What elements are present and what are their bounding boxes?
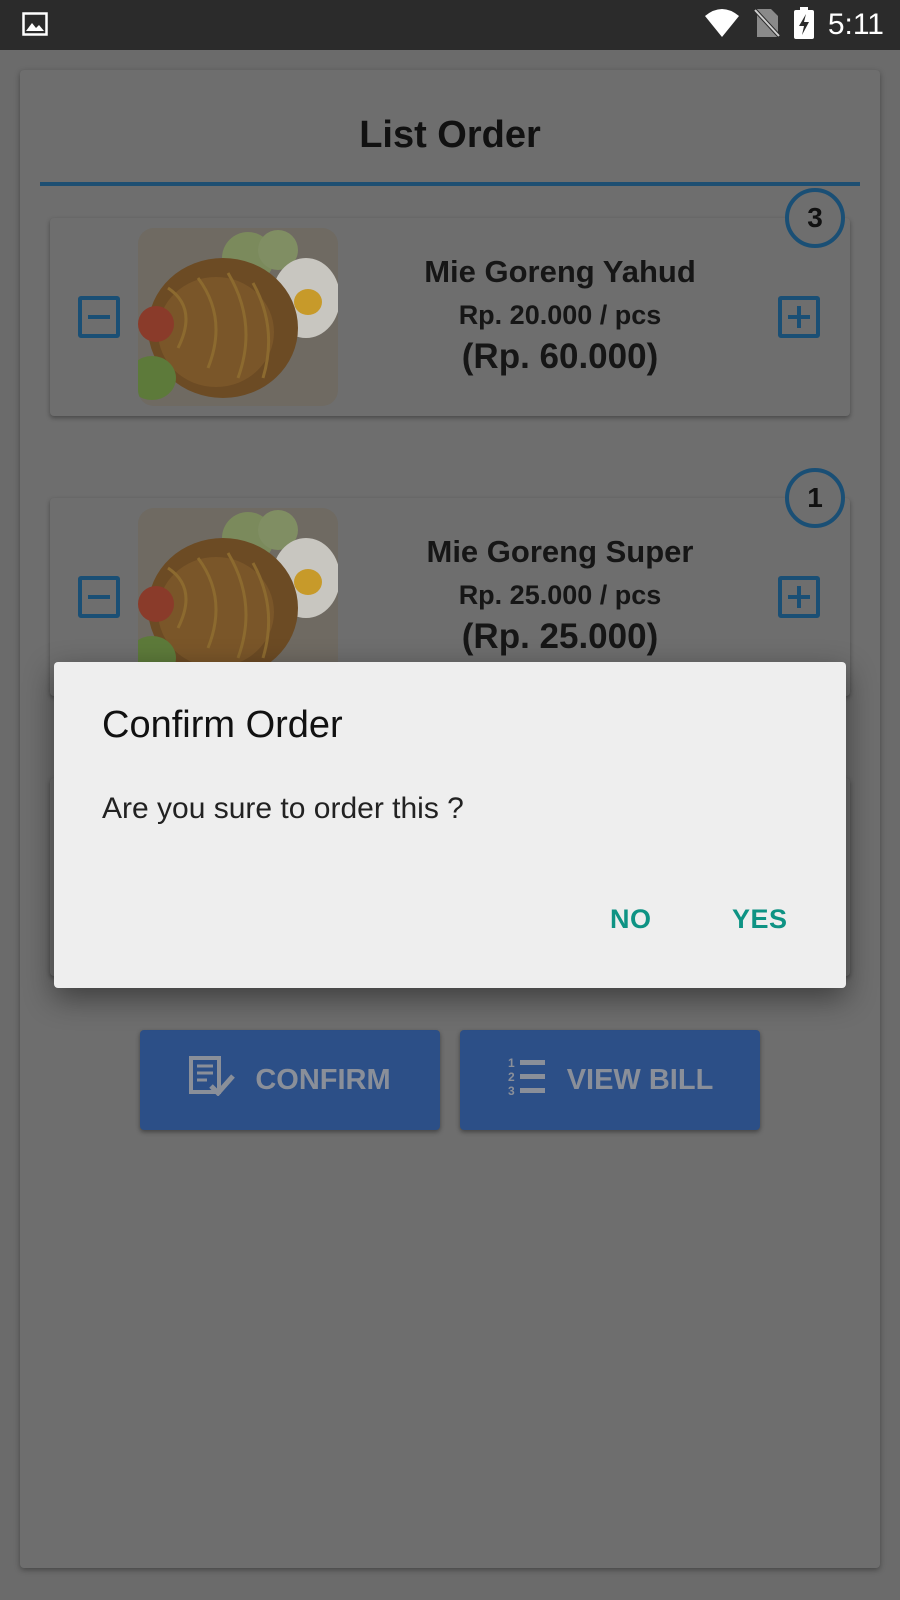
page-title: List Order — [359, 114, 541, 156]
item-total-price: (Rp. 25.000) — [461, 617, 659, 656]
view-bill-button[interactable]: 1 2 3 VIEW BILL — [460, 1030, 760, 1130]
item-name: Mie Goreng Super — [426, 534, 694, 569]
view-bill-button-label: VIEW BILL — [566, 1063, 714, 1096]
confirm-button[interactable]: CONFIRM — [140, 1030, 440, 1130]
no-sim-icon — [753, 8, 781, 43]
svg-text:3: 3 — [508, 1084, 515, 1097]
svg-text:2: 2 — [508, 1070, 515, 1084]
item-unit-price: Rp. 25.000 / pcs — [458, 580, 662, 610]
food-image — [138, 228, 338, 406]
confirm-button-label: CONFIRM — [255, 1063, 391, 1096]
food-image — [138, 508, 338, 686]
image-icon — [22, 12, 48, 41]
dialog-no-button[interactable]: NO — [602, 898, 660, 941]
item-total-price: (Rp. 60.000) — [461, 337, 659, 376]
increase-quantity-button[interactable] — [778, 296, 820, 338]
quantity-badge: 3 — [785, 188, 845, 248]
numbered-list-icon: 1 2 3 — [507, 1055, 547, 1105]
checklist-icon — [189, 1056, 236, 1104]
battery-charging-icon — [793, 6, 814, 44]
decrease-quantity-button[interactable] — [78, 576, 120, 618]
status-bar: 5:11 — [0, 0, 900, 50]
title-divider — [40, 182, 860, 186]
order-item-info: Mie Goreng Super Rp. 25.000 / pcs (Rp. 2… — [360, 534, 760, 657]
order-item-card: Mie Goreng Yahud Rp. 20.000 / pcs (Rp. 6… — [50, 218, 850, 416]
clock: 5:11 — [827, 8, 884, 41]
decrease-quantity-button[interactable] — [78, 296, 120, 338]
confirm-order-dialog: Confirm Order Are you sure to order this… — [54, 662, 846, 988]
item-unit-price: Rp. 20.000 / pcs — [458, 300, 662, 330]
dialog-message: Are you sure to order this ? — [102, 792, 464, 825]
svg-text:1: 1 — [508, 1056, 515, 1070]
wifi-icon — [704, 8, 740, 43]
item-name: Mie Goreng Yahud — [424, 254, 696, 289]
dialog-yes-button[interactable]: YES — [724, 898, 796, 941]
quantity-badge: 1 — [785, 468, 845, 528]
order-item-info: Mie Goreng Yahud Rp. 20.000 / pcs (Rp. 6… — [360, 254, 760, 377]
increase-quantity-button[interactable] — [778, 576, 820, 618]
dialog-title: Confirm Order — [102, 704, 343, 746]
